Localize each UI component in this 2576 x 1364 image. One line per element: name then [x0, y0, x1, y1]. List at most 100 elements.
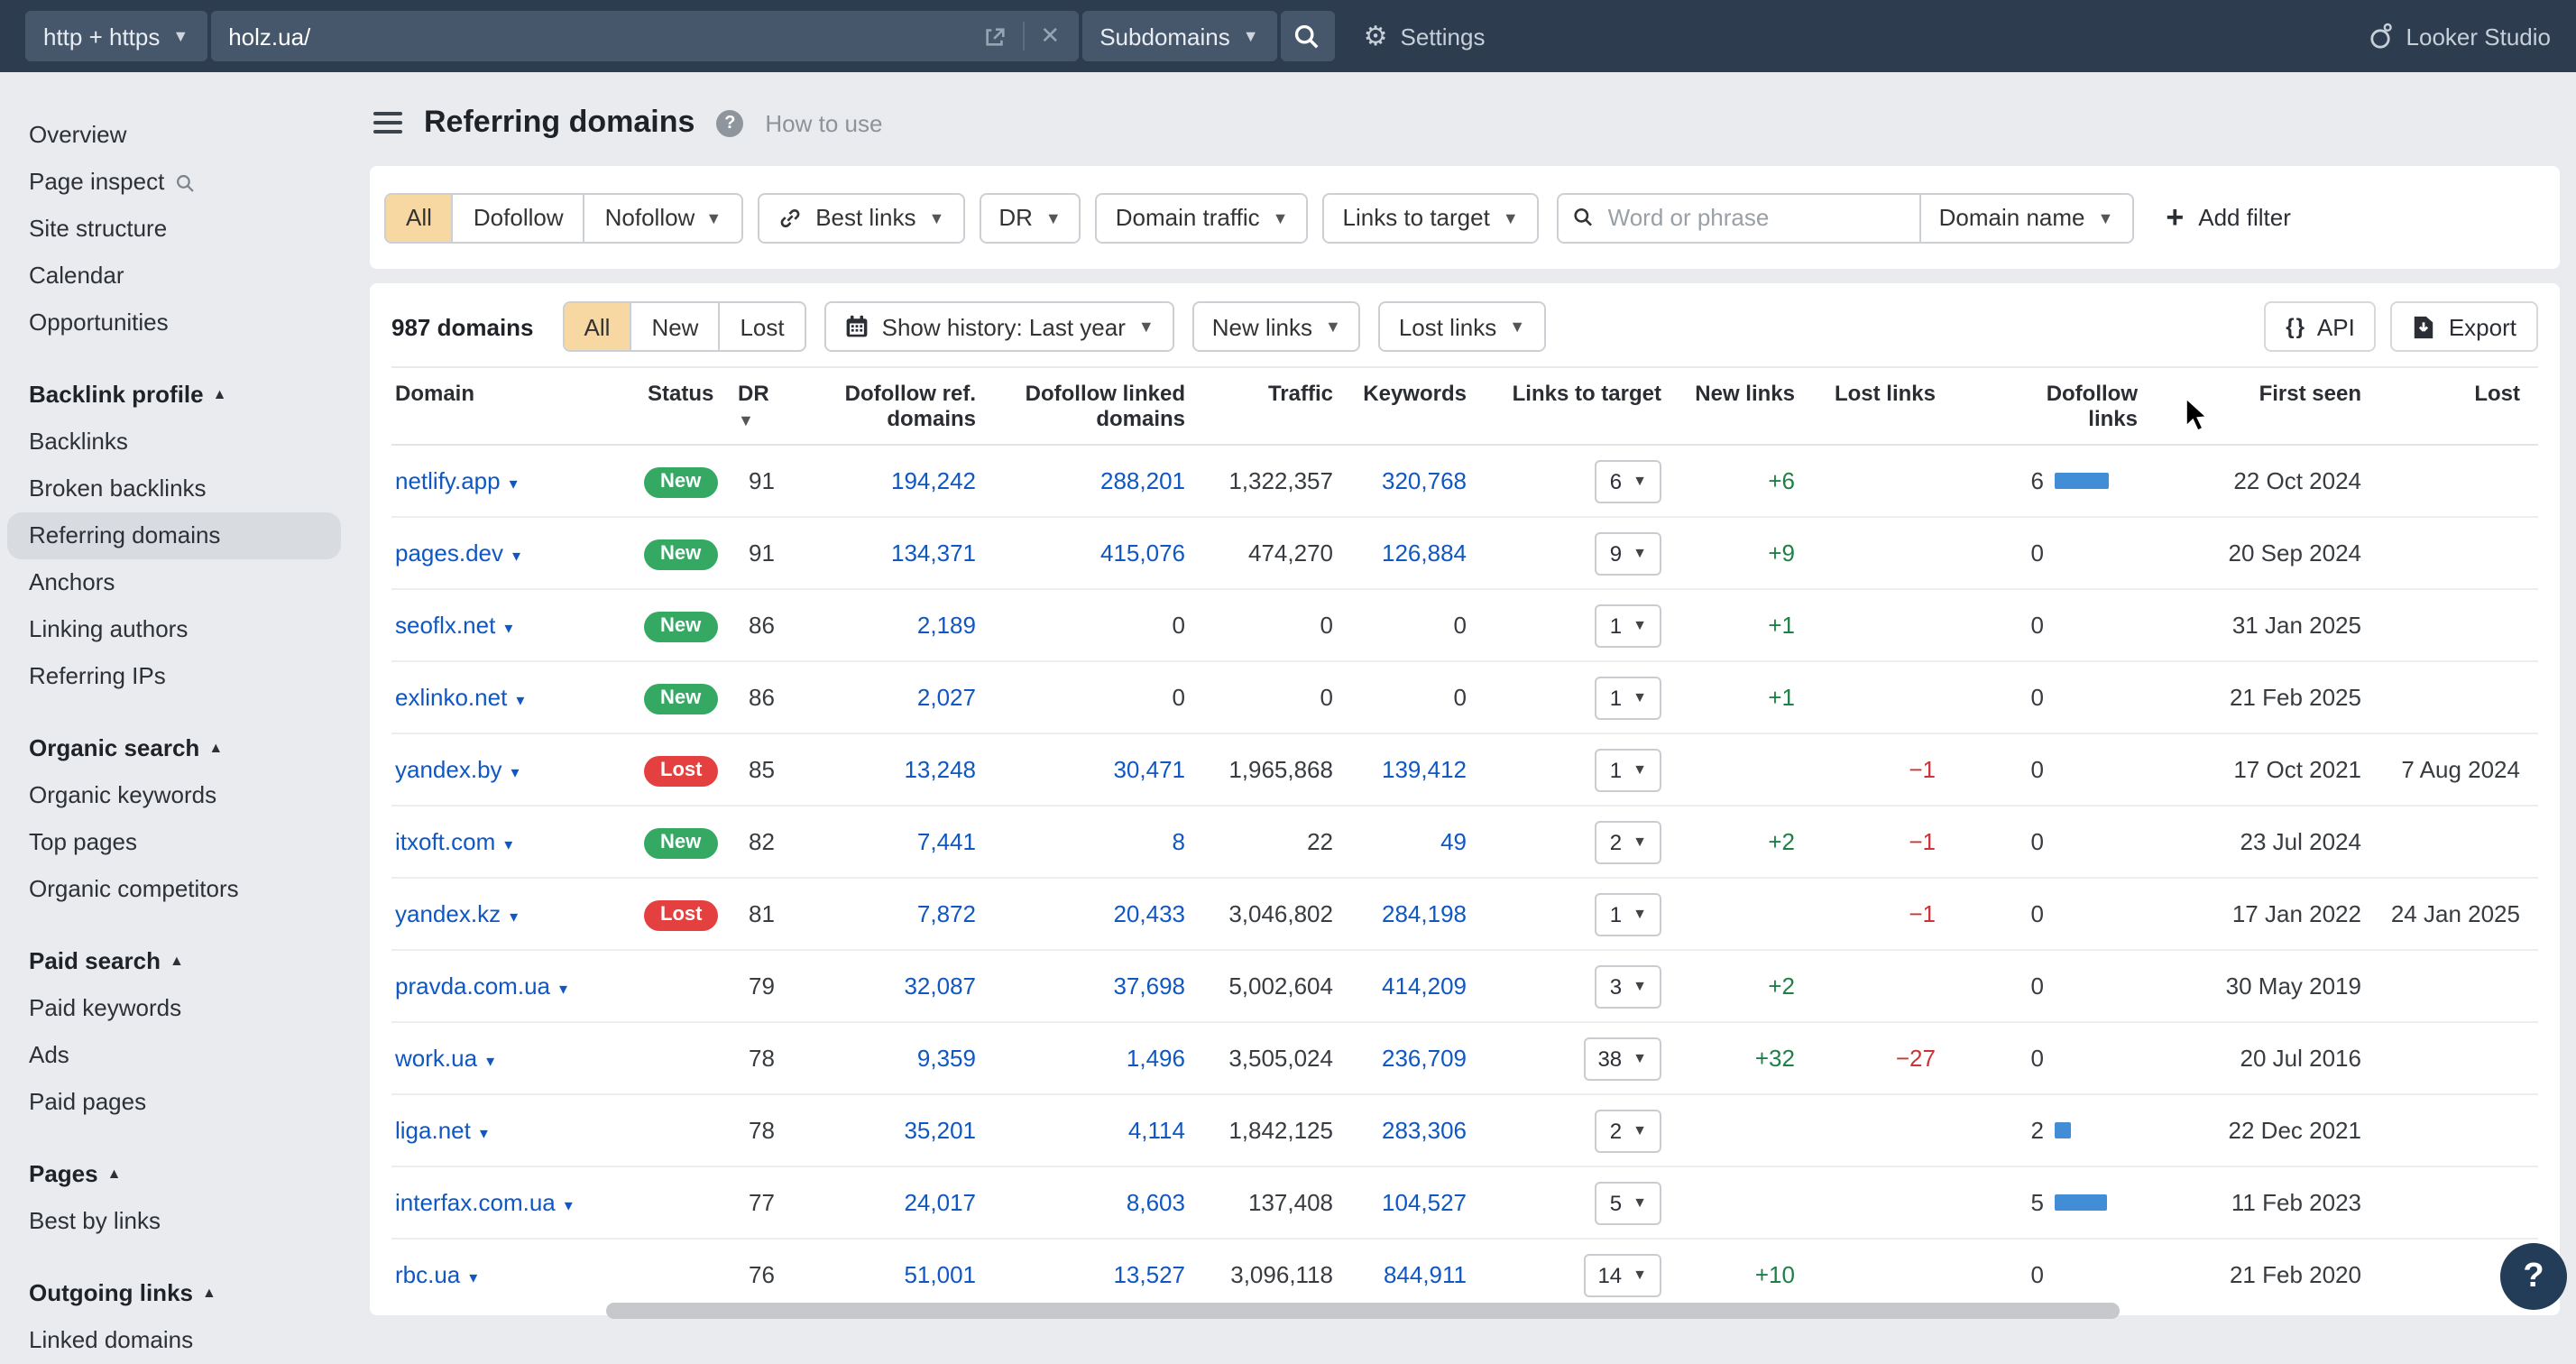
ref-domains-link[interactable]: 134,371	[891, 539, 976, 567]
linked-domains-link[interactable]: 13,527	[1113, 1261, 1185, 1288]
links-to-target-filter[interactable]: Links to target ▼	[1323, 192, 1539, 243]
col-domain[interactable]: Domain	[391, 367, 644, 445]
lost-links-dropdown[interactable]: Lost links ▼	[1379, 301, 1545, 352]
ref-domains-link[interactable]: 9,359	[917, 1045, 976, 1072]
links-to-target-dropdown[interactable]: 2▼	[1596, 1109, 1661, 1152]
sidebar-item-top-pages[interactable]: Top pages	[7, 819, 341, 866]
add-filter-button[interactable]: + Add filter	[2166, 202, 2291, 233]
sidebar-item-overview[interactable]: Overview	[7, 112, 341, 159]
links-to-target-dropdown[interactable]: 1▼	[1596, 676, 1661, 719]
filter-nofollow[interactable]: Nofollow▼	[585, 194, 742, 241]
sidebar-item-referring-ips[interactable]: Referring IPs	[7, 653, 341, 700]
ref-domains-link[interactable]: 2,027	[917, 684, 976, 711]
how-to-use-link[interactable]: How to use	[765, 109, 882, 136]
chevron-down-icon[interactable]: ▾	[480, 1124, 488, 1142]
sidebar-item-backlinks[interactable]: Backlinks	[7, 419, 341, 465]
domain-link[interactable]: netlify.app	[395, 467, 501, 494]
search-button[interactable]	[1281, 11, 1335, 61]
keywords-link[interactable]: 104,527	[1382, 1189, 1467, 1216]
links-to-target-dropdown[interactable]: 5▼	[1596, 1181, 1661, 1224]
chevron-down-icon[interactable]: ▾	[510, 908, 518, 926]
sidebar-section-pages[interactable]: Pages▲	[7, 1151, 341, 1198]
links-to-target-dropdown[interactable]: 2▼	[1596, 820, 1661, 863]
word-search-field[interactable]	[1557, 192, 1921, 243]
keywords-link[interactable]: 49	[1440, 828, 1467, 855]
horizontal-scrollbar[interactable]	[606, 1303, 2120, 1319]
target-url-input[interactable]: holz.ua/ ✕	[210, 11, 1078, 61]
keywords-link[interactable]: 236,709	[1382, 1045, 1467, 1072]
linked-domains-link[interactable]: 8	[1173, 828, 1185, 855]
settings-button[interactable]: ⚙ Settings	[1364, 23, 1486, 50]
ref-domains-link[interactable]: 35,201	[904, 1117, 976, 1144]
chevron-down-icon[interactable]: ▾	[512, 547, 520, 565]
col-dofollow-links[interactable]: Dofollow links	[1954, 367, 2156, 445]
domain-link[interactable]: interfax.com.ua	[395, 1189, 556, 1216]
links-to-target-dropdown[interactable]: 3▼	[1596, 964, 1661, 1008]
ref-domains-link[interactable]: 13,248	[904, 756, 976, 783]
sidebar-section-organic-search[interactable]: Organic search▲	[7, 725, 341, 772]
chevron-down-icon[interactable]: ▾	[511, 763, 520, 781]
sidebar-item-opportunities[interactable]: Opportunities	[7, 300, 341, 346]
clear-icon[interactable]: ✕	[1040, 22, 1060, 51]
links-to-target-dropdown[interactable]: 1▼	[1596, 604, 1661, 647]
links-to-target-dropdown[interactable]: 6▼	[1596, 459, 1661, 502]
external-link-icon[interactable]	[982, 24, 1006, 48]
domain-link[interactable]: exlinko.net	[395, 684, 507, 711]
chevron-down-icon[interactable]: ▾	[486, 1052, 494, 1070]
col-traffic[interactable]: Traffic	[1203, 367, 1351, 445]
col-lost[interactable]: Lost	[2379, 367, 2538, 445]
scope-dropdown[interactable]: Subdomains ▼	[1081, 11, 1276, 61]
domain-link[interactable]: pravda.com.ua	[395, 972, 550, 1000]
ref-domains-link[interactable]: 7,872	[917, 900, 976, 927]
chevron-down-icon[interactable]: ▾	[516, 691, 524, 709]
col-new-links[interactable]: New links	[1679, 367, 1813, 445]
sidebar-item-broken-backlinks[interactable]: Broken backlinks	[7, 465, 341, 512]
sidebar-item-organic-competitors[interactable]: Organic competitors	[7, 866, 341, 913]
status-all[interactable]: All	[565, 303, 632, 350]
links-to-target-dropdown[interactable]: 1▼	[1596, 892, 1661, 935]
keywords-link[interactable]: 139,412	[1382, 756, 1467, 783]
sidebar-section-outgoing-links[interactable]: Outgoing links▲	[7, 1270, 341, 1317]
domain-link[interactable]: itxoft.com	[395, 828, 495, 855]
keywords-link[interactable]: 844,911	[1384, 1261, 1467, 1288]
sidebar-section-backlink-profile[interactable]: Backlink profile▲	[7, 372, 341, 419]
sidebar-item-linked-domains[interactable]: Linked domains	[7, 1317, 341, 1364]
links-to-target-dropdown[interactable]: 14▼	[1583, 1253, 1661, 1296]
ref-domains-link[interactable]: 7,441	[917, 828, 976, 855]
domain-link[interactable]: yandex.by	[395, 756, 502, 783]
help-fab-button[interactable]: ?	[2500, 1243, 2567, 1310]
linked-domains-link[interactable]: 20,433	[1113, 900, 1185, 927]
dr-filter[interactable]: DR ▼	[979, 192, 1081, 243]
domain-link[interactable]: work.ua	[395, 1045, 477, 1072]
word-search-input[interactable]	[1605, 202, 1905, 233]
linked-domains-link[interactable]: 288,201	[1100, 467, 1185, 494]
best-links-filter[interactable]: Best links ▼	[758, 192, 964, 243]
ref-domains-link[interactable]: 194,242	[891, 467, 976, 494]
linked-domains-link[interactable]: 8,603	[1127, 1189, 1185, 1216]
domain-traffic-filter[interactable]: Domain traffic ▼	[1096, 192, 1309, 243]
domain-link[interactable]: yandex.kz	[395, 900, 501, 927]
keywords-link[interactable]: 284,198	[1382, 900, 1467, 927]
keywords-link[interactable]: 283,306	[1382, 1117, 1467, 1144]
search-scope-dropdown[interactable]: Domain name ▼	[1921, 192, 2134, 243]
filter-dofollow[interactable]: Dofollow	[454, 194, 585, 241]
links-to-target-dropdown[interactable]: 1▼	[1596, 748, 1661, 791]
links-to-target-dropdown[interactable]: 38▼	[1583, 1037, 1661, 1080]
links-to-target-dropdown[interactable]: 9▼	[1596, 531, 1661, 575]
linked-domains-link[interactable]: 30,471	[1113, 756, 1185, 783]
status-lost[interactable]: Lost	[720, 303, 804, 350]
chevron-down-icon[interactable]: ▾	[559, 980, 567, 998]
show-history-dropdown[interactable]: Show history: Last year ▼	[824, 301, 1174, 352]
chevron-down-icon[interactable]: ▾	[510, 475, 518, 493]
help-circle-icon[interactable]: ?	[716, 109, 743, 136]
chevron-down-icon[interactable]: ▾	[504, 619, 512, 637]
keywords-link[interactable]: 126,884	[1382, 539, 1467, 567]
sidebar-item-best-by-links[interactable]: Best by links	[7, 1198, 341, 1245]
looker-studio-button[interactable]: Looker Studio	[2369, 22, 2551, 51]
sidebar-item-paid-pages[interactable]: Paid pages	[7, 1079, 341, 1126]
new-links-dropdown[interactable]: New links ▼	[1192, 301, 1361, 352]
sidebar-item-site-structure[interactable]: Site structure	[7, 206, 341, 253]
sidebar-item-referring-domains[interactable]: Referring domains	[7, 512, 341, 559]
sidebar-item-page-inspect[interactable]: Page inspect	[7, 159, 341, 206]
keywords-link[interactable]: 414,209	[1382, 972, 1467, 1000]
